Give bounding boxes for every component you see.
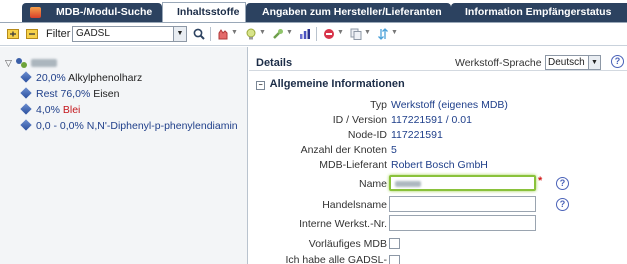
filter-select[interactable]: GADSL ▼	[72, 26, 187, 42]
tree-item-name: Alkylphenolharz	[68, 72, 143, 84]
help-icon[interactable]: ?	[556, 198, 569, 211]
tree-item-percent: 20,0%	[36, 72, 66, 84]
detail-label: Typ	[370, 99, 387, 111]
toolbar: Filter GADSL ▼ ▼ ▼ ▼ ▼ ▼ ▼	[0, 22, 627, 46]
dropdown-arrow-icon[interactable]: ▼	[364, 29, 371, 36]
gloves-icon[interactable]	[217, 28, 229, 40]
dropdown-arrow-icon[interactable]: ▼	[231, 29, 238, 36]
search-icon[interactable]	[193, 28, 205, 40]
filter-label: Filter	[46, 28, 71, 40]
help-icon[interactable]: ?	[611, 55, 624, 68]
tab-label: Angaben zum Hersteller/Lieferanten	[262, 6, 442, 18]
detail-value: 117221591 / 0.01	[391, 114, 472, 126]
tree-item-blei[interactable]: 4,0% Blei	[20, 103, 81, 117]
copy-icon[interactable]	[350, 28, 362, 40]
help-icon[interactable]: ?	[556, 177, 569, 190]
tree-item-percent: Rest 76,0%	[36, 88, 91, 100]
tree-item-percent: 0,0 - 0,0%	[36, 120, 84, 132]
interne-nr-input[interactable]	[389, 215, 536, 231]
tree-item-name: Eisen	[93, 88, 120, 100]
tab-label: Inhaltsstoffe	[177, 6, 240, 18]
sort-icon[interactable]	[377, 28, 389, 40]
detail-row-gadsl: Ich habe alle GADSL-	[249, 254, 627, 264]
substance-icon	[20, 71, 32, 83]
detail-row-node-id: Node-ID 117221591	[249, 129, 627, 143]
substance-icon	[20, 87, 32, 99]
toolbar-divider	[316, 27, 317, 41]
vorlaeufiges-label: Vorläufiges MDB	[308, 238, 387, 250]
language-select[interactable]: Deutsch ▼	[545, 55, 601, 70]
detail-value: 117221591	[391, 129, 443, 141]
details-title: Details	[256, 57, 293, 69]
vorlaeufiges-checkbox[interactable]	[389, 238, 400, 249]
collapse-all-icon[interactable]	[26, 28, 38, 40]
filter-value: GADSL	[76, 28, 110, 39]
tab-inhaltsstoffe[interactable]: Inhaltsstoffe	[162, 2, 246, 22]
collapse-toggle-icon[interactable]: −	[256, 81, 265, 90]
required-marker: *	[538, 175, 543, 187]
detail-value: Robert Bosch GmbH	[391, 159, 488, 171]
tree-item-diphenylphenylendiamin[interactable]: 0,0 - 0,0% N,N'-Diphenyl-p-phenylendiami…	[20, 119, 238, 133]
tree-root[interactable]: ▽	[5, 57, 58, 69]
redacted-name-value	[395, 181, 421, 187]
detail-row-vorlaeufiges: Vorläufiges MDB	[249, 238, 627, 252]
details-header: Details Werkstoff-Sprache Deutsch ▼ ?	[249, 55, 627, 71]
detail-row-typ: Typ Werkstoff (eigenes MDB)	[249, 99, 627, 113]
dropdown-arrow-icon[interactable]: ▼	[337, 29, 344, 36]
tree-item-alkylphenolharz[interactable]: 20,0% Alkylphenolharz	[20, 71, 143, 85]
detail-row-mdb-lieferant: MDB-Lieferant Robert Bosch GmbH	[249, 159, 627, 173]
language-value: Deutsch	[548, 57, 585, 68]
detail-value: 5	[391, 144, 397, 156]
tree-item-name: N,N'-Diphenyl-p-phenylendiamin	[86, 120, 238, 132]
substance-icon	[20, 119, 32, 131]
detail-label: Anzahl der Knoten	[300, 144, 387, 156]
tree-item-name: Blei	[62, 104, 81, 116]
substance-icon	[20, 103, 32, 115]
section-title: Allgemeine Informationen	[269, 78, 405, 90]
gadsl-checkbox[interactable]	[389, 255, 400, 264]
detail-label: MDB-Lieferant	[319, 159, 387, 171]
section-header-general[interactable]: − Allgemeine Informationen	[256, 78, 405, 90]
name-label: Name	[358, 178, 387, 190]
dropdown-arrow-icon[interactable]: ▼	[286, 29, 293, 36]
detail-row-id-version: ID / Version 117221591 / 0.01	[249, 114, 627, 128]
ingredients-tree: ▽ 20,0% Alkylphenolharz Rest 76,0% Eisen…	[0, 47, 248, 264]
chevron-down-icon[interactable]: ▽	[5, 58, 12, 68]
detail-value: Werkstoff (eigenes MDB)	[391, 99, 508, 111]
detail-label: ID / Version	[332, 114, 387, 126]
handelsname-label: Handelsname	[322, 199, 387, 211]
toolbar-divider	[210, 27, 211, 41]
name-input[interactable]	[389, 175, 536, 191]
dropdown-arrow-icon[interactable]: ▼	[391, 29, 398, 36]
chevron-down-icon[interactable]: ▼	[588, 56, 600, 69]
chart-icon[interactable]	[299, 28, 311, 40]
handelsname-input[interactable]	[389, 196, 536, 212]
tab-label: MDB-/Modul-Suche	[56, 6, 153, 18]
detail-label: Node-ID	[347, 129, 387, 141]
dropdown-arrow-icon[interactable]: ▼	[259, 29, 266, 36]
search-module-icon	[30, 7, 41, 18]
gadsl-label: Ich habe alle GADSL-	[285, 254, 387, 264]
tab-empfaengerstatus[interactable]: Information Empfängerstatus	[451, 3, 627, 22]
tree-item-percent: 4,0%	[36, 104, 60, 116]
tab-hersteller-lieferanten[interactable]: Angaben zum Hersteller/Lieferanten	[246, 3, 451, 22]
detail-row-anzahl-knoten: Anzahl der Knoten 5	[249, 144, 627, 158]
material-node-icon	[15, 58, 27, 68]
tab-mdb-modul-suche[interactable]: MDB-/Modul-Suche	[22, 3, 162, 22]
chevron-down-icon[interactable]: ▼	[173, 27, 186, 41]
tree-item-eisen[interactable]: Rest 76,0% Eisen	[20, 87, 120, 101]
tab-bar: MDB-/Modul-Suche Inhaltsstoffe Angaben z…	[0, 0, 627, 22]
stop-icon[interactable]	[323, 28, 335, 40]
wrench-icon[interactable]	[272, 28, 284, 40]
expand-all-icon[interactable]	[7, 28, 19, 40]
language-label: Werkstoff-Sprache	[455, 57, 542, 69]
tab-label: Information Empfängerstatus	[465, 6, 612, 18]
bulb-icon[interactable]	[245, 28, 257, 40]
details-panel: Details Werkstoff-Sprache Deutsch ▼ ? − …	[249, 47, 627, 264]
interne-nr-label: Interne Werkst.-Nr.	[299, 218, 387, 230]
redacted-root-label	[31, 59, 58, 67]
